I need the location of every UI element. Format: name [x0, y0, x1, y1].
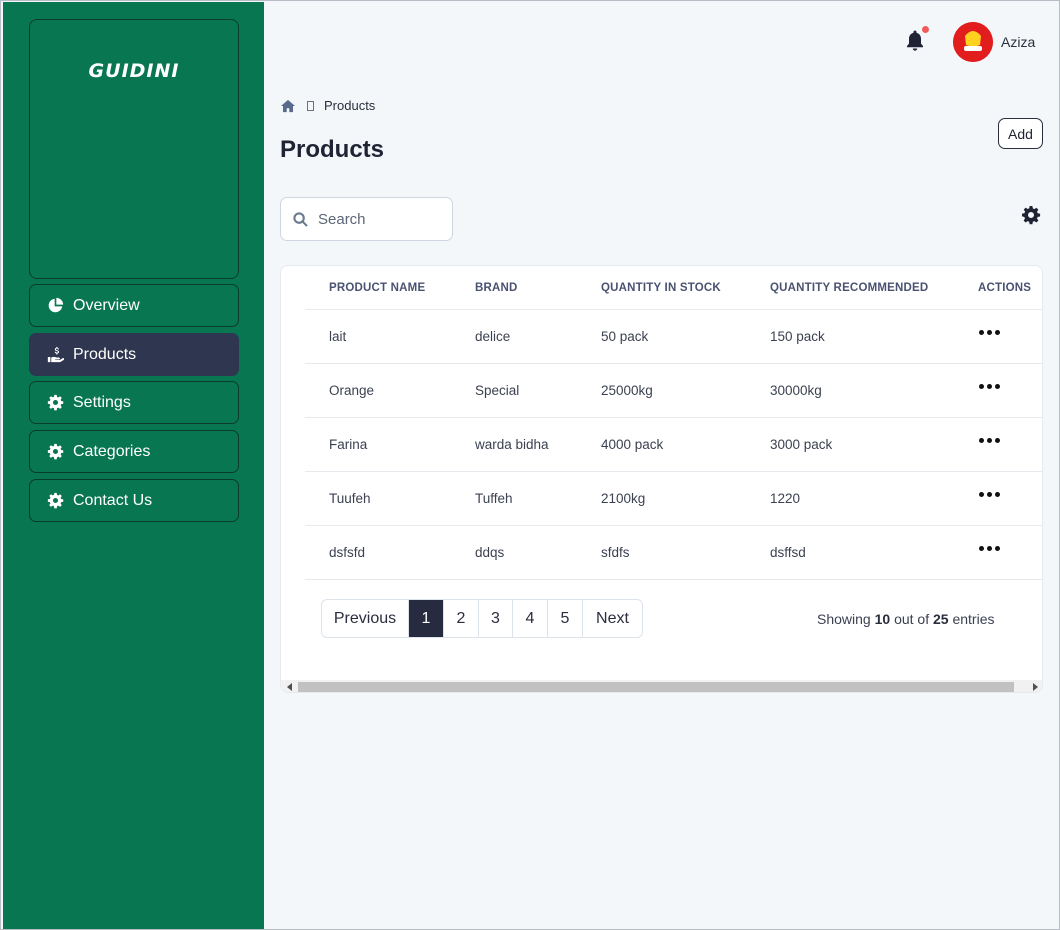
row-actions-menu-icon[interactable]	[979, 324, 1003, 340]
sidebar-item-settings[interactable]: Settings	[29, 381, 239, 424]
cell-product-name: dsfsfd	[329, 545, 366, 560]
showing-prefix: Showing	[817, 611, 871, 627]
cell-quantity-in-stock: 4000 pack	[601, 437, 664, 452]
table-settings-gear-icon[interactable]	[1021, 205, 1041, 225]
table-row: Farina warda bidha 4000 pack 3000 pack	[305, 418, 1042, 472]
sidebar-item-overview[interactable]: Overview	[29, 284, 239, 327]
table-header: PRODUCT NAME BRAND QUANTITY IN STOCK QUA…	[305, 266, 1042, 310]
pagination-page-3[interactable]: 3	[479, 600, 513, 637]
cell-quantity-recommended: 150 pack	[770, 329, 825, 344]
gear-icon	[46, 492, 64, 510]
row-actions-menu-icon[interactable]	[979, 378, 1003, 394]
breadcrumb: Products	[280, 98, 375, 113]
table-row: lait delice 50 pack 150 pack	[305, 310, 1042, 364]
pagination-next-button[interactable]: Next	[583, 600, 642, 637]
cell-brand: warda bidha	[475, 437, 549, 452]
column-header-product-name[interactable]: PRODUCT NAME	[329, 282, 425, 294]
scroll-left-arrow-icon[interactable]	[287, 683, 292, 691]
app-logo: GUIDINI	[88, 60, 180, 82]
pagination-page-5[interactable]: 5	[548, 600, 583, 637]
shown-count: 10	[874, 611, 891, 627]
products-table-card: PRODUCT NAME BRAND QUANTITY IN STOCK QUA…	[280, 265, 1043, 693]
hand-holding-dollar-icon	[46, 346, 64, 364]
horizontal-scrollbar[interactable]	[281, 680, 1042, 692]
add-button[interactable]: Add	[998, 118, 1043, 149]
gear-icon	[46, 443, 64, 461]
page-title: Products	[280, 136, 385, 163]
sidebar-item-categories[interactable]: Categories	[29, 430, 239, 473]
avatar[interactable]	[953, 22, 993, 62]
row-actions-menu-icon[interactable]	[979, 432, 1003, 448]
sidebar-item-label: Overview	[73, 296, 140, 314]
sidebar-item-contact-us[interactable]: Contact Us	[29, 479, 239, 522]
sidebar-item-products[interactable]: Products	[29, 333, 239, 376]
cell-brand: ddqs	[475, 545, 505, 560]
logo-panel: GUIDINI	[29, 19, 239, 279]
row-actions-menu-icon[interactable]	[979, 486, 1003, 502]
cell-quantity-recommended: 1220	[770, 491, 801, 506]
user-name[interactable]: Aziza	[1001, 34, 1035, 50]
cell-product-name: lait	[329, 329, 347, 344]
sidebar-item-label: Categories	[73, 442, 151, 460]
search-box[interactable]	[280, 197, 453, 241]
pagination-page-4[interactable]: 4	[513, 600, 548, 637]
cell-product-name: Orange	[329, 383, 375, 398]
table-row: Tuufeh Tuffeh 2100kg 1220	[305, 472, 1042, 526]
cell-quantity-in-stock: sfdfs	[601, 545, 630, 560]
out-of-label: out of	[894, 611, 930, 627]
search-input[interactable]	[318, 210, 438, 228]
pagination-previous-button[interactable]: Previous	[322, 600, 409, 637]
total-count: 25	[932, 611, 949, 627]
cell-quantity-in-stock: 2100kg	[601, 491, 646, 506]
column-header-quantity-in-stock[interactable]: QUANTITY IN STOCK	[601, 282, 721, 294]
pagination-page-2[interactable]: 2	[444, 600, 479, 637]
row-actions-menu-icon[interactable]	[979, 540, 1003, 556]
app-frame: GUIDINI Overview Products Settings Categ	[0, 0, 1060, 930]
entries-label: entries	[952, 611, 995, 627]
cell-product-name: Tuufeh	[329, 491, 371, 506]
table-row: dsfsfd ddqs sfdfs dsffsd	[305, 526, 1042, 580]
sidebar-item-label: Settings	[73, 393, 131, 411]
breadcrumb-current: Products	[324, 98, 376, 113]
cell-quantity-recommended: dsffsd	[770, 545, 806, 560]
entries-summary: Showing 10 out of 25 entries	[817, 611, 994, 627]
home-icon[interactable]	[280, 99, 296, 113]
cell-brand: Tuffeh	[475, 491, 513, 506]
cell-product-name: Farina	[329, 437, 368, 452]
column-header-actions: ACTIONS	[978, 282, 1032, 294]
cell-quantity-recommended: 3000 pack	[770, 437, 833, 452]
cell-quantity-in-stock: 25000kg	[601, 383, 653, 398]
notification-bell-icon[interactable]	[904, 26, 929, 53]
pie-chart-icon	[46, 297, 64, 315]
cell-quantity-in-stock: 50 pack	[601, 329, 649, 344]
breadcrumb-separator-icon	[307, 100, 314, 111]
search-icon	[293, 211, 308, 227]
pagination: Previous 1 2 3 4 5 Next	[321, 599, 643, 638]
column-header-quantity-recommended[interactable]: QUANTITY RECOMMENDED	[770, 282, 928, 294]
gear-icon	[46, 394, 64, 412]
column-header-brand[interactable]: BRAND	[475, 282, 518, 294]
sidebar-item-label: Contact Us	[73, 491, 153, 509]
sidebar: GUIDINI Overview Products Settings Categ	[3, 2, 264, 929]
sidebar-item-label: Products	[73, 345, 137, 363]
table-row: Orange Special 25000kg 30000kg	[305, 364, 1042, 418]
scroll-right-arrow-icon[interactable]	[1033, 683, 1038, 691]
scrollbar-thumb[interactable]	[298, 682, 1014, 692]
cell-quantity-recommended: 30000kg	[770, 383, 822, 398]
pagination-page-1[interactable]: 1	[409, 600, 444, 637]
cell-brand: Special	[475, 383, 520, 398]
notification-dot	[922, 26, 929, 33]
cell-brand: delice	[475, 329, 511, 344]
